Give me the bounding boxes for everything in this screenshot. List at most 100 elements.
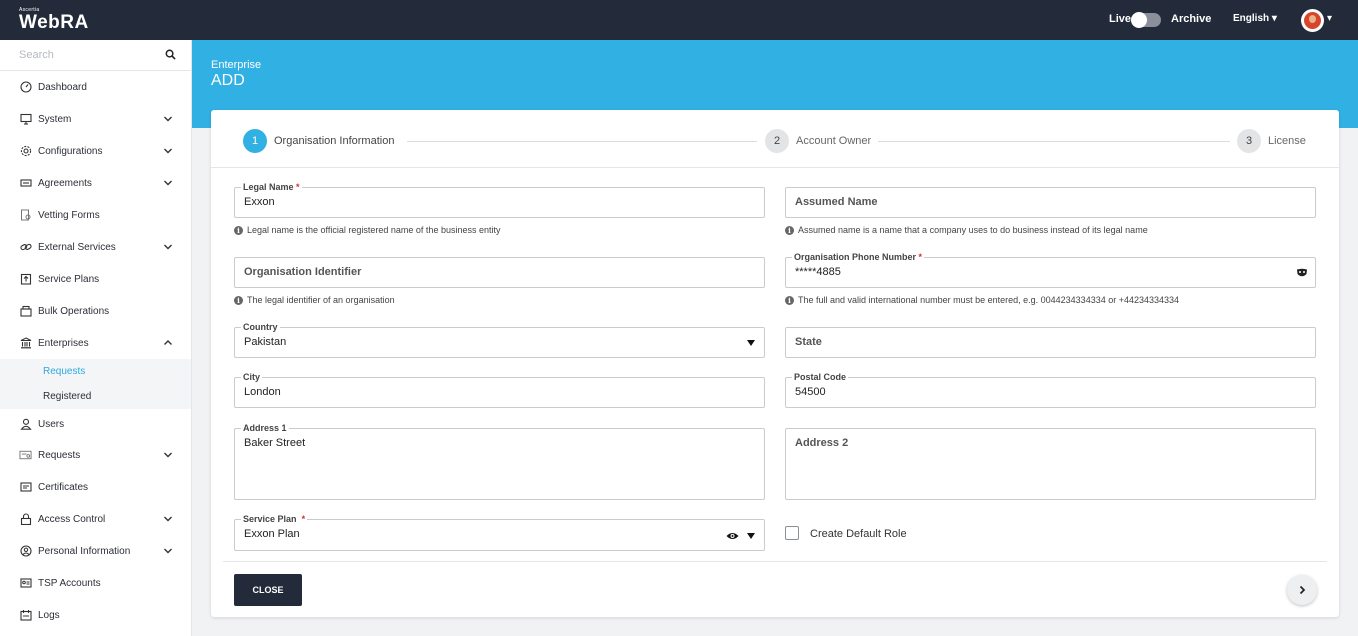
sidebar-subitem-requests[interactable]: Requests (0, 359, 191, 384)
mask-icon[interactable] (1296, 267, 1308, 279)
breadcrumb: Enterprise (211, 59, 262, 71)
step-connector (878, 141, 1230, 142)
app-logo[interactable]: Ascertia WebRA (19, 7, 89, 33)
top-bar: Ascertia WebRA Live Archive English ▾ ▾ (0, 0, 1358, 40)
create-default-role-checkbox[interactable] (785, 526, 799, 540)
sidebar-item-vetting-forms[interactable]: Vetting Forms (0, 199, 191, 231)
sidebar-item-access-control[interactable]: Access Control (0, 503, 191, 535)
step-2-label[interactable]: Account Owner (796, 135, 871, 147)
organisation-phone-field[interactable]: Organisation Phone Number * *****4885 (785, 251, 1316, 288)
step-3-label[interactable]: License (1268, 135, 1306, 147)
required-marker: * (918, 252, 923, 262)
organisation-identifier-hint: i The legal identifier of an organisation (234, 295, 395, 305)
field-label: Legal Name * (241, 181, 302, 193)
next-step-button[interactable] (1287, 575, 1317, 605)
sidebar-item-label: Access Control (38, 513, 106, 525)
sidebar-item-personal-information[interactable]: Personal Information (0, 535, 191, 567)
document-search-icon (19, 209, 32, 222)
step-2-circle[interactable]: 2 (765, 129, 789, 153)
footer-divider (223, 561, 1327, 562)
certificate-icon (19, 481, 32, 494)
address1-label: Address 1 (241, 422, 289, 434)
sidebar-item-label: Bulk Operations (38, 305, 110, 317)
service-plan-value: Exxon Plan (244, 528, 300, 540)
info-icon: i (234, 225, 243, 235)
user-icon (19, 418, 32, 431)
search-icon[interactable] (165, 49, 176, 60)
monitor-icon (19, 113, 32, 126)
legal-name-field[interactable]: Legal Name * Exxon (234, 181, 765, 218)
step-connector (407, 141, 757, 142)
dashboard-icon (19, 81, 32, 94)
postal-code-value: 54500 (795, 386, 826, 398)
user-avatar[interactable] (1301, 9, 1324, 32)
organisation-identifier-field[interactable]: Organisation Identifier (234, 257, 765, 288)
info-icon: i (785, 225, 794, 235)
assumed-name-field[interactable]: Assumed Name (785, 187, 1316, 218)
sidebar-item-label: System (38, 113, 72, 125)
certificate-request-icon (19, 449, 32, 462)
live-archive-toggle[interactable] (1131, 12, 1161, 28)
state-field[interactable]: State (785, 327, 1316, 358)
sidebar-item-label: External Services (38, 241, 116, 253)
service-plan-select[interactable]: Service Plan * Exxon Plan (234, 513, 765, 551)
chevron-down-icon (164, 516, 172, 522)
country-select[interactable]: Country Pakistan (234, 321, 765, 358)
hint-text: The legal identifier of an organisation (247, 295, 395, 305)
stepper-divider (211, 167, 1339, 168)
city-label: City (241, 371, 263, 383)
sidebar-item-bulk-operations[interactable]: Bulk Operations (0, 295, 191, 327)
sidebar-item-requests[interactable]: Requests (0, 439, 191, 471)
sidebar-item-label: Users (38, 418, 65, 430)
sidebar-item-service-plans[interactable]: Service Plans (0, 263, 191, 295)
page-title: ADD (211, 72, 245, 89)
city-value: London (244, 386, 281, 398)
sidebar-item-tsp-accounts[interactable]: TSP Accounts (0, 567, 191, 599)
sidebar-item-logs[interactable]: Logs (0, 599, 191, 631)
create-default-role-label[interactable]: Create Default Role (810, 528, 907, 540)
step-1-circle[interactable]: 1 (243, 129, 267, 153)
step-3-circle[interactable]: 3 (1237, 129, 1261, 153)
user-menu-caret[interactable]: ▾ (1327, 13, 1332, 24)
language-selector[interactable]: English ▾ (1233, 13, 1277, 24)
sidebar-item-label: Vetting Forms (38, 209, 100, 221)
sidebar-item-system[interactable]: System (0, 103, 191, 135)
sidebar-item-enterprises[interactable]: Enterprises (0, 327, 191, 359)
chevron-down-icon (164, 148, 172, 154)
sidebar-item-users[interactable]: Users (0, 409, 191, 439)
service-plan-label: Service Plan (243, 514, 297, 524)
sidebar-item-label: Logs (38, 609, 60, 621)
postal-code-field[interactable]: Postal Code 54500 (785, 371, 1316, 408)
hint-text: The full and valid international number … (798, 295, 1180, 305)
address1-value: Baker Street (244, 437, 306, 449)
sidebar-item-certificates[interactable]: Certificates (0, 471, 191, 503)
step-1-label[interactable]: Organisation Information (274, 135, 394, 147)
eye-icon[interactable] (726, 531, 739, 541)
hint-text: Assumed name is a name that a company us… (798, 225, 1148, 235)
address2-textarea[interactable]: Address 2 (785, 428, 1316, 500)
sidebar-search (0, 40, 191, 71)
sidebar-item-dashboard[interactable]: Dashboard (0, 71, 191, 103)
info-icon: i (785, 295, 794, 305)
chevron-down-icon (164, 116, 172, 122)
sidebar-item-external-services[interactable]: External Services (0, 231, 191, 263)
sidebar-subitem-registered[interactable]: Registered (0, 384, 191, 409)
state-placeholder: State (795, 336, 822, 348)
city-field[interactable]: City London (234, 371, 765, 408)
avatar-head (1309, 15, 1316, 23)
toggle-knob (1131, 12, 1147, 28)
chevron-up-icon (164, 340, 172, 345)
chevron-down-icon (164, 180, 172, 186)
sidebar-item-label: TSP Accounts (38, 577, 101, 589)
sidebar-item-configurations[interactable]: Configurations (0, 135, 191, 167)
postal-code-label: Postal Code (792, 371, 849, 383)
sidebar-item-label: Personal Information (38, 545, 131, 557)
sidebar-item-agreements[interactable]: Agreements (0, 167, 191, 199)
sidebar-item-label: Certificates (38, 481, 89, 493)
search-input[interactable] (0, 40, 150, 70)
required-marker: * (296, 182, 300, 192)
close-button[interactable]: CLOSE (234, 574, 302, 606)
address1-textarea[interactable]: Address 1 Baker Street (234, 422, 765, 500)
live-label: Live (1109, 13, 1132, 25)
sidebar: Dashboard System Configurations Agreemen… (0, 40, 192, 636)
